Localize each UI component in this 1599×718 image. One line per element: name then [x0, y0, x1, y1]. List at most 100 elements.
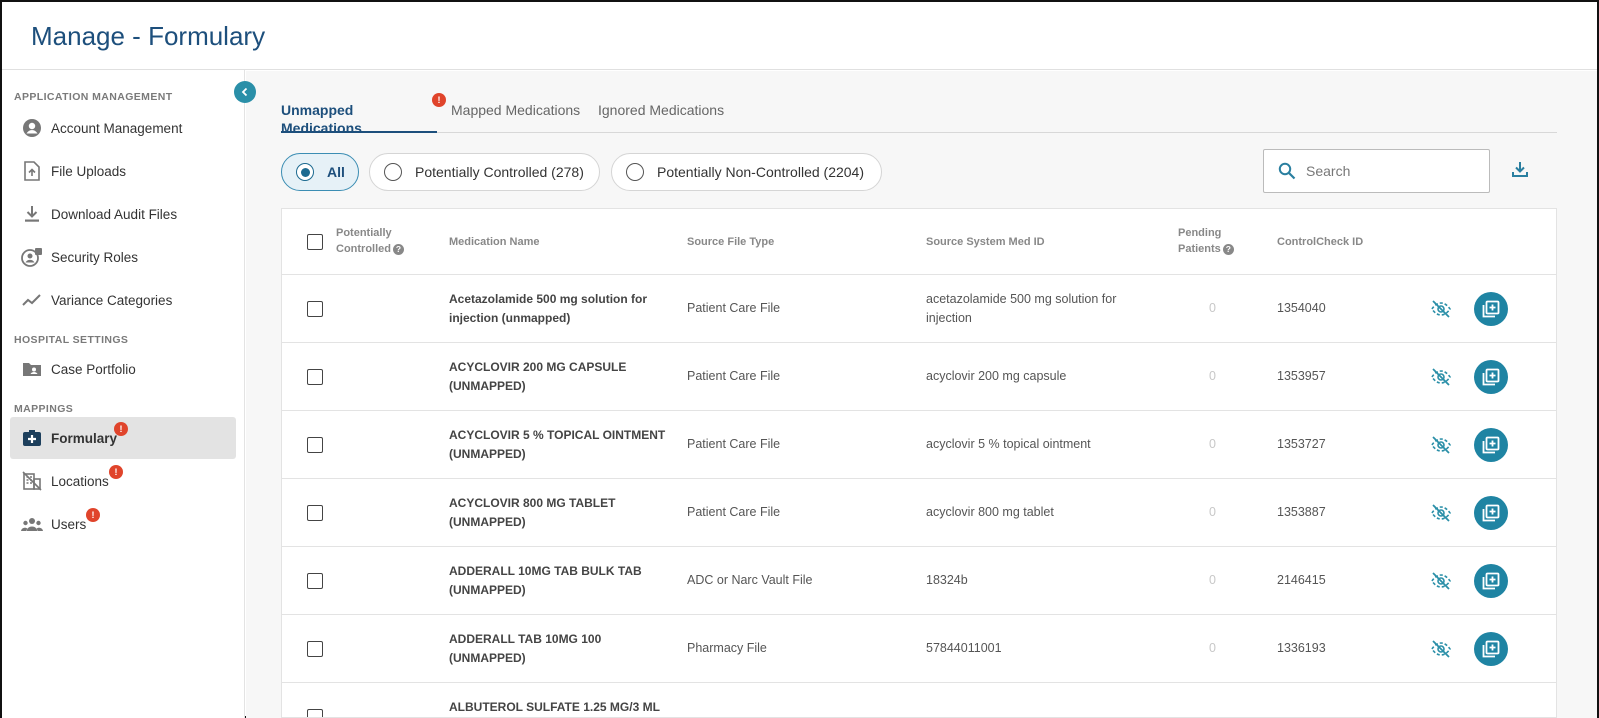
search-box[interactable] [1263, 149, 1490, 193]
section-title-application-management: APPLICATION MANAGEMENT [14, 91, 173, 103]
source-file-type-cell: Patient Care File [687, 437, 781, 451]
filter-label: All [327, 164, 345, 180]
sidebar-item-label: File Uploads [51, 163, 127, 179]
row-checkbox[interactable] [307, 573, 323, 589]
controlcheck-id-cell: 1354040 [1277, 301, 1326, 315]
search-icon [1278, 162, 1296, 180]
source-med-id-cell: acetazolamide 500 mg solution for injecti… [926, 292, 1117, 325]
row-checkbox[interactable] [307, 641, 323, 657]
tab-label: Unmapped Medications [281, 102, 362, 136]
map-medication-button[interactable] [1474, 292, 1508, 326]
sidebar-item-case-portfolio[interactable]: Case Portfolio [10, 348, 236, 390]
section-title-mappings: MAPPINGS [14, 403, 74, 415]
row-checkbox[interactable] [307, 437, 323, 453]
pending-patients-cell: 0 [1209, 301, 1216, 315]
controlcheck-id-cell: 1353727 [1277, 437, 1326, 451]
sidebar: APPLICATION MANAGEMENT Account Managemen… [2, 70, 245, 718]
table-row[interactable]: ACYCLOVIR 5 % TOPICAL OINTMENT (UNMAPPED)… [282, 411, 1556, 479]
radio-selected [296, 163, 314, 181]
medication-name-cell: ADDERALL TAB 10MG 100 (UNMAPPED) [449, 632, 602, 665]
medication-name-cell: ADDERALL 10MG TAB BULK TAB (UNMAPPED) [449, 564, 642, 597]
help-icon[interactable]: ? [1222, 243, 1234, 255]
ignore-medication-button[interactable] [1428, 432, 1454, 458]
sidebar-item-label: Users [51, 516, 87, 532]
header-controlcheck-id[interactable]: ControlCheck ID [1277, 234, 1363, 250]
sidebar-item-formulary[interactable]: Formulary ! [10, 417, 236, 459]
controlcheck-id-cell: 1353957 [1277, 369, 1326, 383]
collapse-sidebar-button[interactable] [234, 81, 256, 103]
ignore-icon [1431, 640, 1451, 658]
header-medication-name[interactable]: Medication Name [449, 234, 539, 250]
source-med-id-cell: 18324b [926, 573, 968, 587]
sidebar-item-variance-categories[interactable]: Variance Categories [10, 279, 236, 321]
alert-badge: ! [109, 465, 123, 479]
ignore-medication-button[interactable] [1428, 364, 1454, 390]
export-download-button[interactable] [1511, 160, 1529, 183]
radio-unselected [384, 163, 402, 181]
map-medication-button[interactable] [1474, 564, 1508, 598]
table-row[interactable]: ALBUTEROL SULFATE 1.25 MG/3 ML [282, 683, 1556, 717]
sidebar-item-security-roles[interactable]: Security Roles [10, 236, 236, 278]
row-checkbox[interactable] [307, 301, 323, 317]
table-row[interactable]: ACYCLOVIR 200 MG CAPSULE (UNMAPPED) Patien… [282, 343, 1556, 411]
controlcheck-id-cell: 1353887 [1277, 505, 1326, 519]
source-med-id-cell: acyclovir 5 % topical ointment [926, 437, 1091, 451]
pending-patients-cell: 0 [1209, 573, 1216, 587]
add-mapping-icon [1482, 640, 1500, 658]
search-input[interactable] [1306, 163, 1466, 179]
section-title-hospital-settings: HOSPITAL SETTINGS [14, 334, 129, 346]
ignore-medication-button[interactable] [1428, 296, 1454, 322]
source-file-type-cell: Patient Care File [687, 505, 781, 519]
alert-badge: ! [86, 508, 100, 522]
row-checkbox[interactable] [307, 369, 323, 385]
filter-all[interactable]: All [281, 153, 359, 191]
pending-patients-cell: 0 [1209, 641, 1216, 655]
medication-name-cell: ACYCLOVIR 5 % TOPICAL OINTMENT (UNMAPPED) [449, 428, 666, 461]
ignore-medication-button[interactable] [1428, 568, 1454, 594]
map-medication-button[interactable] [1474, 360, 1508, 394]
table-row[interactable]: ADDERALL TAB 10MG 100 (UNMAPPED) Pharmacy … [282, 615, 1556, 683]
table-row[interactable]: ACYCLOVIR 800 MG TABLET (UNMAPPED) Patient… [282, 479, 1556, 547]
table-row[interactable]: ADDERALL 10MG TAB BULK TAB (UNMAPPED) ADC … [282, 547, 1556, 615]
sidebar-item-label: Formulary [51, 430, 118, 446]
tab-label: Ignored Medications [598, 102, 725, 118]
controlcheck-id-cell: 1336193 [1277, 641, 1326, 655]
filter-potentially-non-controlled[interactable]: Potentially Non-Controlled (2204) [611, 153, 882, 191]
ignore-icon [1431, 368, 1451, 386]
select-all-checkbox[interactable] [307, 234, 323, 250]
source-med-id-cell [926, 707, 1146, 717]
table-header: Potentially Controlled? Medication Name … [282, 209, 1556, 275]
map-medication-button[interactable] [1474, 632, 1508, 666]
ignore-medication-button[interactable] [1428, 500, 1454, 526]
sidebar-item-label: Locations [51, 473, 109, 489]
row-checkbox[interactable] [307, 505, 323, 521]
ignore-medication-button[interactable] [1428, 636, 1454, 662]
source-file-type-cell: Patient Care File [687, 301, 781, 315]
header-source-file-type[interactable]: Source File Type [687, 234, 774, 250]
source-file-type-cell: ADC or Narc Vault File [687, 573, 813, 587]
sidebar-item-users[interactable]: Users ! [10, 503, 236, 545]
add-mapping-icon [1482, 504, 1500, 522]
sidebar-item-locations[interactable]: Locations ! [10, 460, 236, 502]
help-icon[interactable]: ? [393, 243, 404, 255]
map-medication-button[interactable] [1474, 496, 1508, 530]
tab-ignored-medications[interactable]: Ignored Medications [598, 101, 724, 133]
row-checkbox[interactable] [307, 709, 323, 717]
header-source-system-med-id[interactable]: Source System Med ID [926, 234, 1045, 250]
sidebar-item-file-uploads[interactable]: File Uploads [10, 150, 236, 192]
medication-name-cell: ALBUTEROL SULFATE 1.25 MG/3 ML [449, 700, 660, 714]
add-mapping-icon [1482, 572, 1500, 590]
tab-unmapped-medications[interactable]: Unmapped Medications [281, 101, 437, 136]
map-medication-button[interactable] [1474, 428, 1508, 462]
source-med-id-cell: 57844011001 [926, 641, 1002, 655]
sidebar-item-account-management[interactable]: Account Management [10, 107, 236, 149]
controlcheck-id-cell: 2146415 [1277, 573, 1326, 587]
tab-mapped-medications[interactable]: Mapped Medications [451, 101, 580, 133]
filter-potentially-controlled[interactable]: Potentially Controlled (278) [369, 153, 600, 191]
table-row[interactable]: Acetazolamide 500 mg solution for injecti… [282, 275, 1556, 343]
radio-unselected [626, 163, 644, 181]
add-mapping-icon [1482, 436, 1500, 454]
sidebar-item-download-audit-files[interactable]: Download Audit Files [10, 193, 236, 235]
ignore-icon [1431, 436, 1451, 454]
pending-patients-cell: 0 [1209, 505, 1216, 519]
